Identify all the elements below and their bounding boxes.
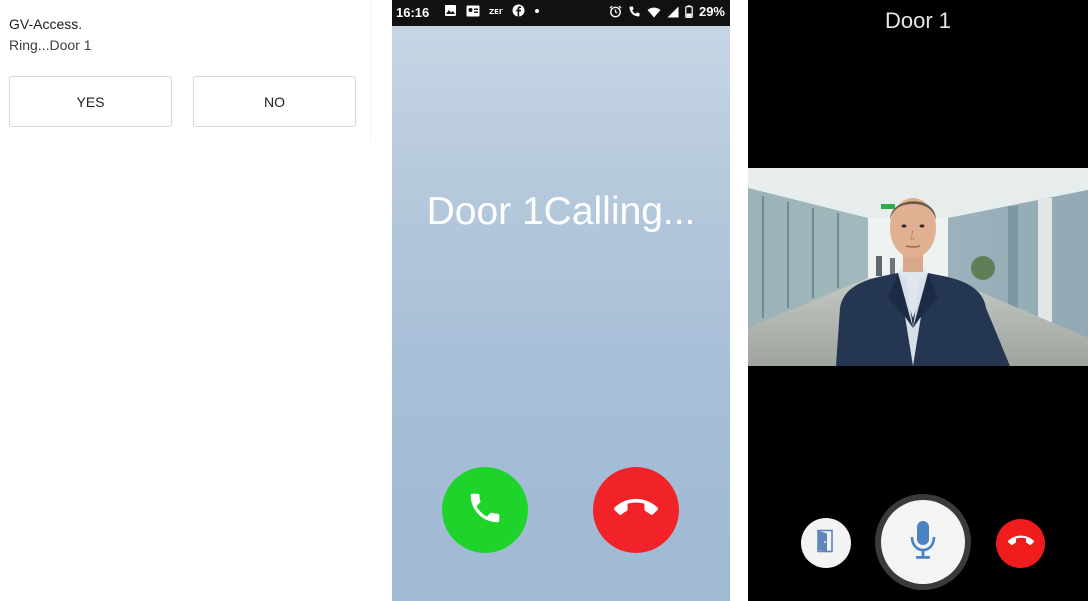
alarm-icon: [609, 5, 622, 18]
hang-up-icon: [614, 486, 658, 535]
incoming-call-screen: 16:16 ZEIT: [392, 0, 730, 601]
end-call-icon: [1007, 528, 1034, 559]
contact-card-icon: [466, 5, 480, 17]
camera-video-feed: [748, 168, 1088, 366]
dialog-divider: [370, 0, 371, 140]
dialog-message: Ring...Door 1: [9, 37, 92, 53]
svg-text:ZEIT: ZEIT: [489, 8, 503, 16]
zeit-app-icon: ZEIT: [489, 6, 503, 16]
wifi-icon: [647, 6, 661, 18]
signal-icon: [667, 6, 679, 18]
calling-status-text: Door 1Calling...: [426, 190, 696, 233]
status-notification-icons: ZEIT: [444, 4, 540, 17]
open-door-button[interactable]: [801, 518, 851, 568]
dialog-title: GV-Access.: [9, 16, 83, 32]
dot-icon: [534, 8, 540, 14]
video-image: [748, 168, 1088, 366]
status-system-icons: 29%: [609, 4, 725, 19]
yes-button[interactable]: YES: [9, 76, 172, 127]
ring-dialog: GV-Access. Ring...Door 1 YES NO: [0, 0, 372, 601]
status-bar: 16:16 ZEIT: [392, 0, 730, 26]
phone-icon: [466, 489, 504, 532]
battery-icon: [685, 5, 693, 18]
video-call-screen: Door 1: [748, 0, 1088, 601]
battery-percent: 29%: [698, 4, 725, 19]
accept-call-button[interactable]: [442, 467, 528, 553]
door-open-icon: [815, 529, 837, 558]
gallery-icon: [444, 4, 457, 17]
decline-call-button[interactable]: [593, 467, 679, 553]
call-status-icon: [628, 5, 641, 18]
end-call-button[interactable]: [996, 519, 1045, 568]
facebook-icon: [512, 4, 525, 17]
status-time: 16:16: [396, 5, 430, 20]
microphone-button[interactable]: [881, 500, 965, 584]
no-button[interactable]: NO: [193, 76, 356, 127]
microphone-icon: [908, 519, 938, 566]
door-title: Door 1: [884, 8, 952, 33]
